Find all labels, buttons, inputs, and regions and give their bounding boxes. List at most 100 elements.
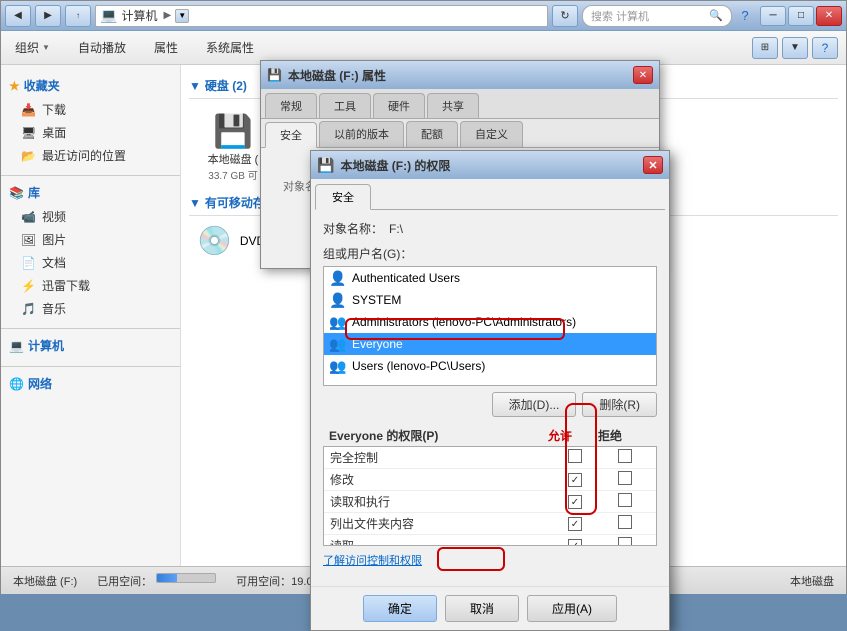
properties-close-btn[interactable]: ✕ — [633, 66, 653, 84]
perm-modify-deny[interactable] — [600, 471, 650, 488]
perm-fullcontrol-deny[interactable] — [600, 449, 650, 466]
perm-disk-icon: 💾 — [317, 157, 334, 174]
back-button[interactable]: ◀ — [5, 5, 31, 27]
user-everyone-name: Everyone — [352, 337, 403, 351]
perm-listfolder-allow-checkbox[interactable] — [568, 517, 582, 531]
help-toolbar-btn[interactable]: ? — [812, 37, 838, 59]
system-props-label: 系统属性 — [206, 39, 254, 56]
space-progress-fill — [157, 574, 177, 582]
view-toggle-btn[interactable]: ▼ — [782, 37, 808, 59]
perm-readexecute-allow-checkbox[interactable] — [568, 495, 582, 509]
address-dropdown[interactable]: ▼ — [175, 9, 189, 23]
toolbar-properties[interactable]: 属性 — [148, 36, 184, 59]
sidebar-item-xunlei[interactable]: ⚡ 迅雷下载 — [1, 274, 180, 297]
perm-readexecute-deny[interactable] — [600, 493, 650, 510]
user-administrators[interactable]: 👥 Administrators (lenovo-PC\Administrato… — [324, 311, 656, 333]
perm-scroll-spacer — [635, 427, 651, 444]
up-button[interactable]: ↑ — [65, 5, 91, 27]
sidebar-favorites-header[interactable]: ★ 收藏夹 — [1, 73, 180, 98]
sidebar-library-header[interactable]: 📚 库 — [1, 180, 180, 205]
sidebar-computer-header[interactable]: 💻 计算机 — [1, 333, 180, 358]
tab-security[interactable]: 安全 — [265, 122, 317, 148]
recent-label: 最近访问的位置 — [42, 147, 126, 164]
perm-read-allow[interactable] — [550, 538, 600, 546]
forward-button[interactable]: ▶ — [35, 5, 61, 27]
perm-table-header: Everyone 的权限(P) 允许 拒绝 — [323, 425, 657, 446]
access-control-link[interactable]: 了解访问控制和权限 — [323, 555, 422, 567]
user-list[interactable]: 👤 Authenticated Users 👤 SYSTEM 👥 Adminis… — [323, 266, 657, 386]
sidebar-item-recent[interactable]: 📂 最近访问的位置 — [1, 144, 180, 167]
sidebar-item-video[interactable]: 📹 视频 — [1, 205, 180, 228]
perm-fullcontrol-allow-checkbox[interactable] — [568, 449, 582, 463]
user-action-buttons: 添加(D)... 删除(R) — [323, 392, 657, 417]
music-icon: 🎵 — [21, 302, 36, 316]
sidebar-item-desktop[interactable]: 🖥 桌面 — [1, 121, 180, 144]
perm-read-deny-checkbox[interactable] — [618, 537, 632, 546]
perm-read-deny[interactable] — [600, 537, 650, 546]
minimize-button[interactable]: ─ — [760, 6, 786, 26]
perm-modify-allow-checkbox[interactable] — [568, 473, 582, 487]
user-admin-name: Administrators (lenovo-PC\Administrators… — [352, 315, 576, 329]
sidebar-item-pictures[interactable]: 🖼 图片 — [1, 228, 180, 251]
apply-btn[interactable]: 应用(A) — [527, 595, 617, 622]
user-system[interactable]: 👤 SYSTEM — [324, 289, 656, 311]
perm-listfolder-deny-checkbox[interactable] — [618, 515, 632, 529]
cancel-btn[interactable]: 取消 — [445, 595, 519, 622]
sidebar-network-header[interactable]: 🌐 网络 — [1, 371, 180, 396]
perm-readexecute-name: 读取和执行 — [330, 493, 550, 510]
user-everyone[interactable]: 👥 Everyone — [324, 333, 656, 355]
download-icon: 📥 — [21, 103, 36, 117]
perm-listfolder-deny[interactable] — [600, 515, 650, 532]
tab-tools[interactable]: 工具 — [319, 93, 371, 118]
user-authenticated[interactable]: 👤 Authenticated Users — [324, 267, 656, 289]
bottom-drive-label: 本地磁盘 — [790, 573, 834, 589]
perm-col-allow: 允许 — [535, 427, 585, 444]
perm-modify-allow[interactable] — [550, 472, 600, 488]
address-bar[interactable]: 💻 计算机 ▶ ▼ — [95, 5, 548, 27]
toolbar-organize[interactable]: 组织 ▼ — [9, 36, 56, 59]
perm-listfolder-allow[interactable] — [550, 516, 600, 532]
network-label: 网络 — [28, 375, 52, 392]
permissions-content: 对象名称： F:\ 组或用户名(G)： 👤 Authenticated User… — [311, 210, 669, 586]
user-system-icon: 👤 — [330, 292, 346, 308]
tab-previous-versions[interactable]: 以前的版本 — [319, 121, 404, 147]
search-bar[interactable]: 搜索 计算机 🔍 — [582, 5, 732, 27]
tab-general[interactable]: 常规 — [265, 93, 317, 118]
add-user-btn[interactable]: 添加(D)... — [492, 392, 577, 417]
perm-read-allow-checkbox[interactable] — [568, 539, 582, 546]
perm-modify-deny-checkbox[interactable] — [618, 471, 632, 485]
group-label: 组或用户名(G)： — [323, 245, 657, 262]
perm-readexecute-allow[interactable] — [550, 494, 600, 510]
perm-security-tab[interactable]: 安全 — [315, 184, 371, 210]
tab-sharing[interactable]: 共享 — [427, 93, 479, 118]
perm-readexecute-deny-checkbox[interactable] — [618, 493, 632, 507]
remove-user-btn[interactable]: 删除(R) — [582, 392, 657, 417]
perm-fullcontrol-allow[interactable] — [550, 449, 600, 466]
toolbar-system-props[interactable]: 系统属性 — [200, 36, 260, 59]
perm-col-name: Everyone 的权限(P) — [329, 427, 535, 444]
close-button[interactable]: ✕ — [816, 6, 842, 26]
sidebar-item-download[interactable]: 📥 下载 — [1, 98, 180, 121]
object-name-path: F:\ — [389, 222, 403, 236]
toolbar-autoplay[interactable]: 自动播放 — [72, 36, 132, 59]
help-button[interactable]: ? — [732, 6, 758, 26]
sidebar-item-music[interactable]: 🎵 音乐 — [1, 297, 180, 320]
properties-title-text: 本地磁盘 (F:) 属性 — [288, 67, 386, 84]
library-icon: 📚 — [9, 186, 24, 200]
perm-row-listfolder: 列出文件夹内容 — [324, 513, 656, 535]
user-users[interactable]: 👥 Users (lenovo-PC\Users) — [324, 355, 656, 377]
perm-col-deny: 拒绝 — [585, 427, 635, 444]
refresh-button[interactable]: ↻ — [552, 5, 578, 27]
tab-customize[interactable]: 自定义 — [460, 121, 523, 147]
view-mode-btn[interactable]: ⊞ — [752, 37, 778, 59]
perm-fullcontrol-deny-checkbox[interactable] — [618, 449, 632, 463]
tab-quota[interactable]: 配额 — [406, 121, 458, 147]
ok-btn[interactable]: 确定 — [363, 595, 437, 622]
xunlei-label: 迅雷下载 — [42, 277, 90, 294]
tab-hardware[interactable]: 硬件 — [373, 93, 425, 118]
properties-tabs-2: 安全 以前的版本 配额 自定义 — [261, 119, 659, 148]
permissions-close-btn[interactable]: ✕ — [643, 156, 663, 174]
user-system-name: SYSTEM — [352, 293, 401, 307]
maximize-button[interactable]: □ — [788, 6, 814, 26]
sidebar-item-docs[interactable]: 📄 文档 — [1, 251, 180, 274]
